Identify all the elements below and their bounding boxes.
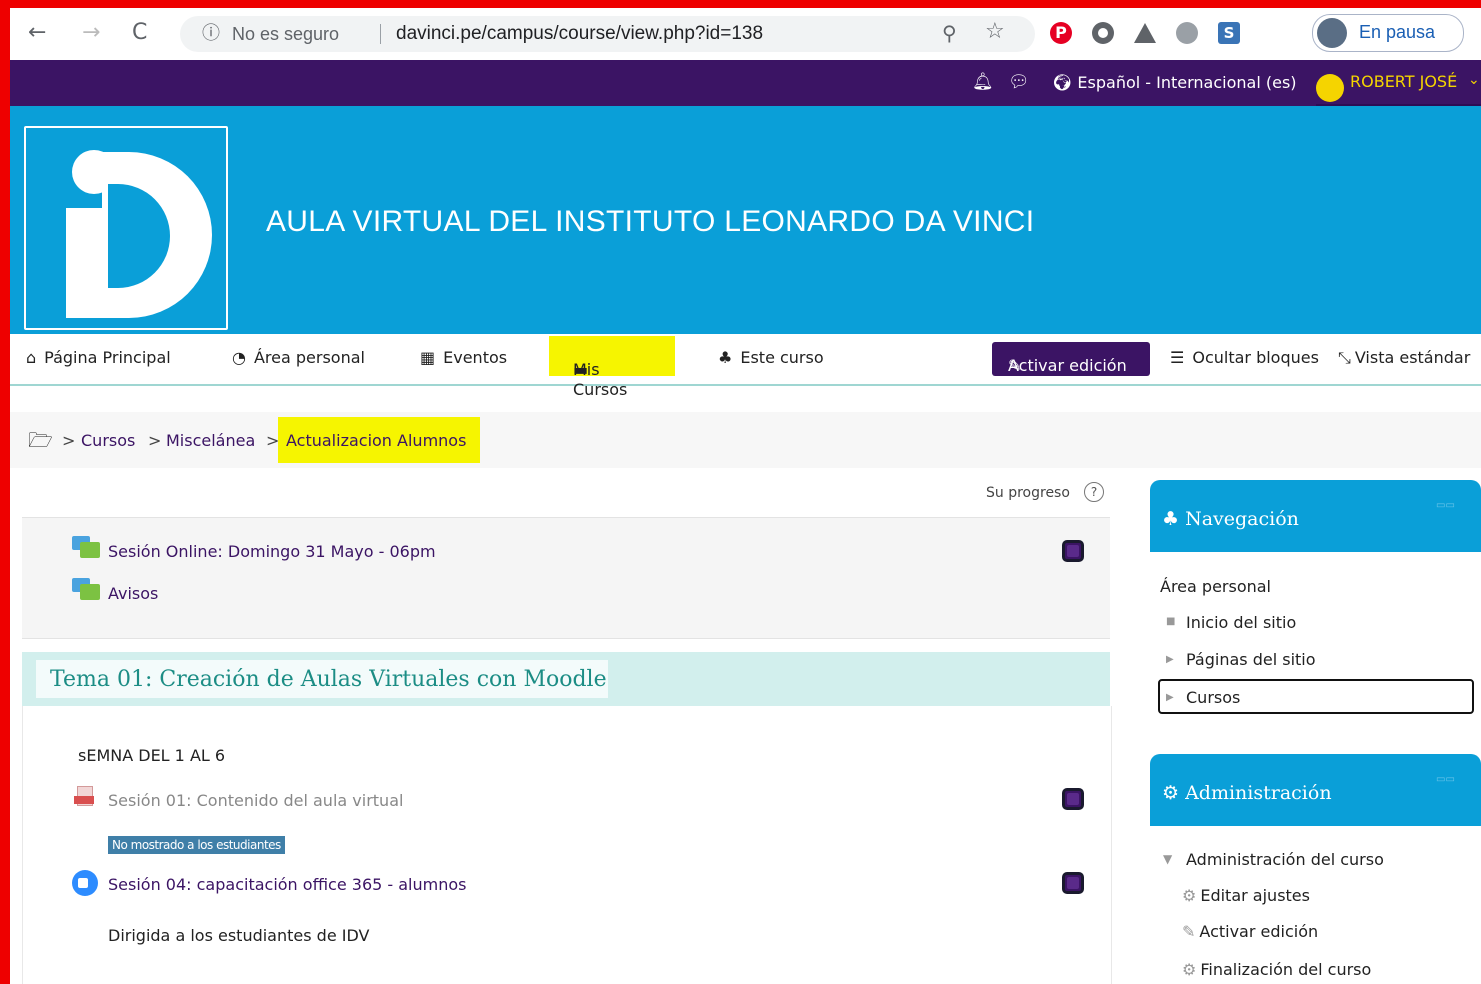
back-arrow-icon[interactable]: ← xyxy=(28,18,46,48)
pdf-file-icon xyxy=(74,786,94,808)
red-frame-left xyxy=(0,0,10,984)
opera-extension-icon[interactable] xyxy=(1176,22,1198,44)
folder-icon: 🗁︎ xyxy=(28,428,53,452)
sitemap-icon: ♣ xyxy=(718,348,733,367)
zoom-icon[interactable]: ⚲ xyxy=(942,19,957,47)
chevron-down-icon[interactable]: ⌄ xyxy=(1468,72,1480,88)
site-header-banner: AULA VIRTUAL DEL INSTITUTO LEONARDO DA V… xyxy=(10,106,1481,334)
bell-icon[interactable]: 🔔︎ xyxy=(972,72,994,92)
list-icon: ☰ xyxy=(1170,348,1185,367)
pencil-icon: ✎ xyxy=(1182,922,1196,941)
topic-section-header: Tema 01: Creación de Aulas Virtuales con… xyxy=(22,652,1110,706)
language-label: Español - Internacional (es) xyxy=(1077,73,1297,92)
circle-extension-icon[interactable] xyxy=(1092,22,1114,44)
site-top-bar: 🔔︎ 💬︎ 🌍︎ Español - Internacional (es) RO… xyxy=(10,60,1481,107)
messages-icon[interactable]: 💬︎ xyxy=(1008,72,1030,92)
topic-title[interactable]: Tema 01: Creación de Aulas Virtuales con… xyxy=(50,667,607,693)
profile-avatar xyxy=(1317,18,1347,48)
activity-session-01[interactable]: Sesión 01: Contenido del aula virtual xyxy=(108,791,403,811)
topic-title-box: Tema 01: Creación de Aulas Virtuales con… xyxy=(36,660,608,698)
url-text[interactable]: davinci.pe/campus/course/view.php?id=138 xyxy=(396,20,763,48)
sitemap-icon: ♣ xyxy=(1162,508,1186,530)
breadcrumb-category[interactable]: Miscelánea xyxy=(166,431,255,451)
breadcrumb: 🗁︎ > Cursos > Miscelánea > Actualizacion… xyxy=(10,412,1481,468)
forum-icon xyxy=(72,536,100,560)
gear-icon: ⚙ xyxy=(1182,960,1197,979)
completion-checkbox[interactable] xyxy=(1062,872,1084,894)
insecure-label: No es seguro xyxy=(232,24,340,44)
pinterest-extension-icon[interactable]: P xyxy=(1050,22,1072,44)
breadcrumb-courses[interactable]: Cursos xyxy=(81,431,135,451)
nav-my-courses[interactable]: ▬ Mis Cursos xyxy=(549,336,675,399)
standard-view-link[interactable]: ⤡ Vista estándar xyxy=(1338,348,1470,368)
profile-status-label: En pausa xyxy=(1359,22,1436,42)
topic-summary: sEMNA DEL 1 AL 6 xyxy=(78,746,226,765)
expand-arrow-icon[interactable]: ▶ xyxy=(1166,650,1174,670)
block-controls-icon[interactable]: ▭▭ xyxy=(1436,500,1464,512)
zoom-meeting-icon xyxy=(72,870,98,896)
nav-block-site-home[interactable]: Inicio del sitio xyxy=(1186,613,1296,633)
compress-icon: ⤡ xyxy=(1338,348,1351,367)
activity-announcements[interactable]: Avisos xyxy=(108,584,158,604)
bullet-icon: ■ xyxy=(1166,616,1176,627)
hidden-from-students-badge: No mostrado a los estudiantes xyxy=(108,836,285,854)
admin-edit-settings[interactable]: ⚙ Editar ajustes xyxy=(1182,886,1310,906)
completion-checkbox[interactable] xyxy=(1062,540,1084,562)
user-avatar[interactable] xyxy=(1316,74,1344,102)
activity-session-04[interactable]: Sesión 04: capacitación office 365 - alu… xyxy=(108,875,466,895)
gear-icon: ⚙ xyxy=(1182,886,1197,905)
profile-button[interactable]: En pausa xyxy=(1312,14,1464,52)
globe-icon: 🌍︎ xyxy=(1052,73,1078,92)
admin-course-completion[interactable]: ⚙ Finalización del curso xyxy=(1182,960,1371,980)
calendar-icon: ▦ xyxy=(420,348,436,367)
expand-arrow-icon[interactable]: ▶ xyxy=(1166,688,1174,708)
forward-arrow-icon[interactable]: → xyxy=(82,18,100,48)
address-separator xyxy=(380,24,381,44)
navigation-block-header: ♣ Navegación ▭▭ xyxy=(1150,480,1481,552)
nav-block-site-pages[interactable]: Páginas del sitio xyxy=(1186,650,1316,670)
main-navigation: ⌂ Página Principal ◔ Área personal ▦ Evento… xyxy=(10,334,1481,399)
progress-label: Su progreso xyxy=(986,485,1070,501)
info-icon[interactable]: ⓘ xyxy=(202,20,220,48)
administration-block-title: ⚙ Administración xyxy=(1162,782,1332,804)
language-selector[interactable]: 🌍︎ Español - Internacional (es) xyxy=(1052,73,1297,93)
s-extension-icon[interactable]: S xyxy=(1218,22,1240,44)
activity-online-session[interactable]: Sesión Online: Domingo 31 Mayo - 06pm xyxy=(108,542,436,562)
admin-course-administration[interactable]: Administración del curso xyxy=(1186,850,1384,870)
reload-icon[interactable]: C xyxy=(132,18,147,48)
administration-block-header: ⚙ Administración ▭▭ xyxy=(1150,754,1481,826)
address-bar[interactable]: ⓘ No es seguro davinci.pe/campus/course/… xyxy=(180,16,1035,52)
red-frame-top xyxy=(0,0,1481,8)
block-controls-icon[interactable]: ▭▭ xyxy=(1436,774,1464,786)
home-icon: ⌂ xyxy=(26,348,37,367)
nav-this-course[interactable]: ♣ Este curso xyxy=(718,348,824,368)
breadcrumb-current-course[interactable]: Actualizacion Alumnos xyxy=(278,417,480,463)
hide-blocks-link[interactable]: ☰ Ocultar bloques xyxy=(1170,348,1319,368)
collapse-arrow-icon[interactable]: ▼ xyxy=(1163,849,1172,869)
nav-block-courses[interactable]: Cursos xyxy=(1186,688,1240,708)
edit-mode-button[interactable]: ✎ Activar edición xyxy=(992,342,1150,376)
dashboard-icon: ◔ xyxy=(232,348,246,367)
gears-icon: ⚙ xyxy=(1162,782,1186,804)
help-icon[interactable]: ? xyxy=(1084,482,1104,502)
activity-description: Dirigida a los estudiantes de IDV xyxy=(108,926,370,945)
nav-block-personal-area[interactable]: Área personal xyxy=(1160,577,1271,597)
site-title: AULA VIRTUAL DEL INSTITUTO LEONARDO DA V… xyxy=(266,205,1035,238)
completion-checkbox[interactable] xyxy=(1062,788,1084,810)
bookmark-star-icon[interactable]: ☆ xyxy=(985,18,1005,46)
nav-events[interactable]: ▦ Eventos xyxy=(420,348,507,368)
drive-extension-icon[interactable] xyxy=(1134,23,1156,43)
nav-personal-area[interactable]: ◔ Área personal xyxy=(232,348,365,368)
forum-icon xyxy=(72,578,100,602)
user-menu[interactable]: ROBERT JOSÉ xyxy=(1350,72,1457,92)
admin-turn-editing-on[interactable]: ✎ Activar edición xyxy=(1182,922,1318,942)
navigation-block-title: ♣ Navegación xyxy=(1162,508,1299,530)
site-logo[interactable] xyxy=(24,126,228,330)
course-section-general xyxy=(22,517,1110,639)
browser-toolbar: ← → C ⓘ No es seguro davinci.pe/campus/c… xyxy=(10,8,1481,60)
nav-home[interactable]: ⌂ Página Principal xyxy=(26,348,171,368)
